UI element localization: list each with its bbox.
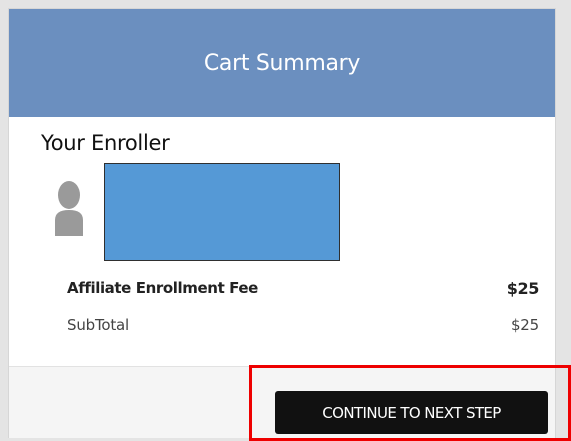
line-item-subtotal: SubTotal $25 (67, 316, 539, 334)
continue-to-next-step-button[interactable]: CONTINUE TO NEXT STEP (275, 391, 548, 434)
enroller-info-redacted (104, 163, 340, 261)
cart-summary-title: Cart Summary (203, 50, 361, 76)
subtotal-label: SubTotal (67, 316, 129, 334)
cart-summary-header: Cart Summary (9, 9, 555, 117)
line-item-label: Affiliate Enrollment Fee (67, 279, 258, 297)
cart-summary-card: Cart Summary Your Enroller Affiliate Enr… (8, 8, 556, 438)
page: Cart Summary Your Enroller Affiliate Enr… (0, 0, 571, 441)
line-item-enrollment-fee: Affiliate Enrollment Fee $25 (67, 279, 539, 298)
line-item-amount: $25 (506, 279, 540, 298)
enroller-title: Your Enroller (41, 131, 170, 155)
cart-footer: CONTINUE TO NEXT STEP (9, 366, 555, 438)
subtotal-amount: $25 (510, 316, 539, 334)
person-silhouette-icon (55, 181, 83, 236)
